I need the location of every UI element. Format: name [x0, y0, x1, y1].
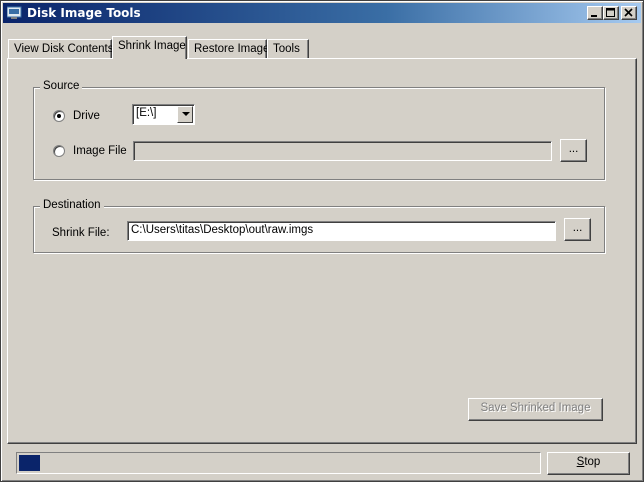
shrink-file-browse-button[interactable]: ...: [564, 218, 591, 241]
maximize-icon: [606, 8, 615, 17]
browse-button-label: ...: [572, 222, 583, 234]
drive-radio[interactable]: [53, 110, 65, 122]
tab-label: Restore Image: [194, 43, 270, 55]
maximize-button[interactable]: [603, 6, 619, 20]
window-title: Disk Image Tools: [27, 6, 141, 20]
tab-label: View Disk Contents: [14, 43, 114, 55]
tab-label: Tools: [273, 43, 300, 55]
close-icon: [624, 8, 633, 17]
stop-button-label: Stop: [576, 456, 601, 468]
tab-restore-image[interactable]: Restore Image: [188, 39, 270, 59]
drive-label: Drive: [73, 110, 100, 122]
destination-legend: Destination: [40, 199, 104, 211]
chevron-down-icon: [182, 112, 190, 116]
radio-selected-dot: [57, 114, 61, 118]
save-button-label: Save Shrinked Image: [480, 402, 591, 414]
tab-shrink-image[interactable]: Shrink Image: [112, 36, 187, 59]
drive-select-dropdown-button[interactable]: [177, 106, 193, 123]
main-window: Disk Image Tools View Disk Contents Shri…: [0, 0, 644, 482]
close-button[interactable]: [621, 6, 637, 20]
source-legend: Source: [40, 80, 83, 92]
tab-view-disk-contents[interactable]: View Disk Contents: [8, 39, 114, 59]
image-file-browse-button[interactable]: ...: [560, 139, 587, 162]
drive-select[interactable]: [E:\]: [132, 104, 195, 125]
minimize-icon: [591, 15, 597, 17]
progress-bar-fill: [19, 455, 40, 471]
shrink-file-label: Shrink File:: [52, 227, 110, 239]
drive-select-value: [E:\]: [136, 107, 157, 119]
minimize-button[interactable]: [587, 6, 603, 20]
browse-button-label: ...: [568, 143, 579, 155]
image-file-radio[interactable]: [53, 145, 65, 157]
image-file-path-input[interactable]: [133, 141, 552, 161]
progress-bar: [16, 452, 541, 474]
title-bar[interactable]: Disk Image Tools: [3, 3, 641, 23]
disk-icon: [7, 6, 22, 19]
stop-button[interactable]: Stop: [547, 452, 630, 475]
save-shrinked-image-button[interactable]: Save Shrinked Image: [468, 398, 603, 421]
tab-label: Shrink Image: [118, 40, 186, 52]
source-groupbox: Source Drive [E:\] Image File ...: [33, 80, 605, 180]
destination-groupbox: Destination Shrink File: C:\Users\titas\…: [33, 199, 605, 253]
tab-tools[interactable]: Tools: [267, 39, 309, 59]
tab-panel-shrink-image: Source Drive [E:\] Image File ... Destin…: [7, 58, 637, 444]
shrink-file-path-input[interactable]: C:\Users\titas\Desktop\out\raw.imgs: [127, 221, 556, 241]
image-file-label: Image File: [73, 145, 127, 157]
